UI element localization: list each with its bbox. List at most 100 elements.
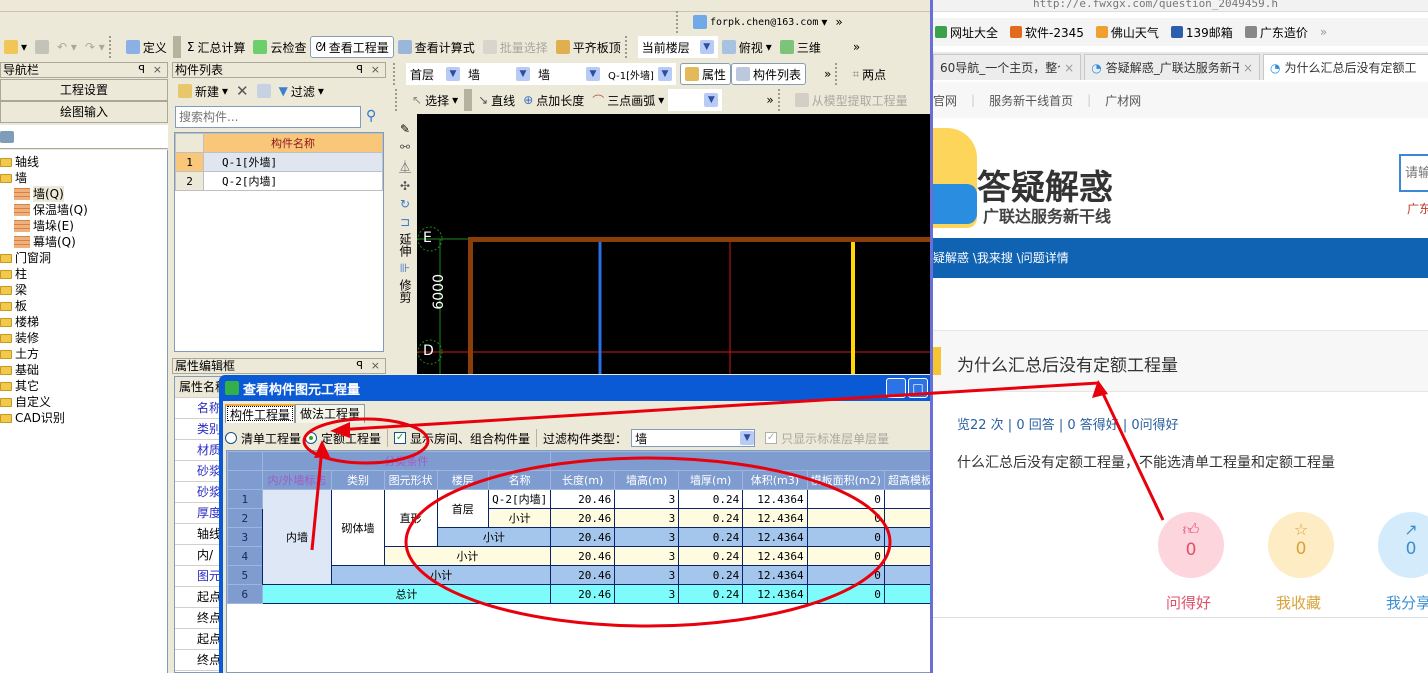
open-file-button[interactable]: ▾ xyxy=(0,36,31,58)
tree-item[interactable]: 楼梯 xyxy=(0,314,39,330)
subnav-link[interactable]: 官网 xyxy=(933,92,957,109)
mirror-icon[interactable]: ⏅ xyxy=(399,158,411,175)
component-row[interactable]: 1 Q-1[外墙] xyxy=(175,152,383,172)
extend-icon[interactable]: ⊐ xyxy=(400,215,410,229)
bookmark-item[interactable]: 139邮箱 xyxy=(1170,24,1233,41)
quantity-row[interactable]: 5 小计 20.46 3 0.24 12.4364 0 xyxy=(227,565,947,585)
search-icon[interactable]: ⚲ xyxy=(366,108,376,124)
bookmark-item[interactable]: 广东造价 xyxy=(1244,24,1308,41)
copy-button[interactable] xyxy=(253,80,275,102)
component-row[interactable]: 2 Q-2[内墙] xyxy=(175,171,383,191)
view-formula-button[interactable]: 查看计算式 xyxy=(394,36,479,58)
tree-item[interactable]: 土方 xyxy=(0,346,39,362)
save-button[interactable] xyxy=(31,36,53,58)
show-room-checkbox[interactable]: ✓ xyxy=(394,432,407,444)
tree-item[interactable]: 保温墙(Q) xyxy=(14,202,88,218)
region-link[interactable]: 广东 xyxy=(1407,200,1428,217)
action-label[interactable]: 问得好 xyxy=(1166,592,1211,613)
batch-select-button[interactable]: 批量选择 xyxy=(479,36,552,58)
trim-icon[interactable]: ⊪ xyxy=(400,261,410,275)
toolbar-grip[interactable] xyxy=(676,11,686,33)
column-header[interactable]: 名称 xyxy=(488,470,552,490)
tab-component-quantity[interactable]: 构件工程量 xyxy=(225,404,296,423)
action-button[interactable]: ☆ 0 xyxy=(1268,512,1334,578)
toolbar-overflow[interactable]: » xyxy=(831,11,846,33)
tree-item[interactable]: 其它 xyxy=(0,378,39,394)
tree-item[interactable]: 轴线 xyxy=(0,154,39,170)
quota-quantity-radio[interactable] xyxy=(305,432,318,444)
bookmark-item[interactable]: 佛山天气 xyxy=(1095,24,1159,41)
category-select[interactable]: 墙 ▼ xyxy=(464,63,534,85)
align-slab-top-button[interactable]: 平齐板顶 xyxy=(552,36,625,58)
subtype-select[interactable]: 墙 ▼ xyxy=(534,63,604,85)
browser-tab[interactable]: ◔ 答疑解惑_广联达服务新干 × xyxy=(1084,54,1261,80)
copy-objects-icon[interactable]: ⚯ xyxy=(400,140,410,154)
tree-item[interactable]: 自定义 xyxy=(0,394,51,410)
browser-tab[interactable]: 60导航_一个主页，整个 × xyxy=(933,54,1082,80)
filter-button[interactable]: ▼ 过滤 ▾ xyxy=(275,80,328,102)
minimize-button[interactable]: _ xyxy=(886,378,906,398)
point-length-button[interactable]: ⊕ 点加长度 xyxy=(519,89,588,111)
draw-option-select[interactable]: ▼ xyxy=(668,89,723,111)
column-header[interactable]: 墙厚(m) xyxy=(678,470,744,490)
address-bar[interactable]: http://e.fwxgx.com/question_2049459.h xyxy=(933,0,1428,12)
redo-button[interactable]: ↷ ▾ xyxy=(81,36,109,58)
line-tool-button[interactable]: ↘ 直线 xyxy=(474,89,519,111)
pin-icon[interactable]: ꟼ xyxy=(356,359,363,373)
project-settings-button[interactable]: 工程设置 xyxy=(0,79,168,101)
column-header[interactable]: 长度(m) xyxy=(550,470,616,490)
collapse-icon[interactable] xyxy=(0,131,14,143)
brush-icon[interactable]: ✎ xyxy=(400,122,410,136)
delete-button[interactable]: ✕ xyxy=(232,80,253,102)
dialog-titlebar[interactable]: 查看构件图元工程量 xyxy=(223,375,950,401)
tree-item[interactable]: 柱 xyxy=(0,266,27,282)
rotate-icon[interactable]: ↻ xyxy=(400,197,410,211)
select-tool-button[interactable]: ↖ 选择 ▾ xyxy=(408,89,462,111)
subnav-link[interactable]: 服务新干线首页 xyxy=(989,92,1073,109)
action-button[interactable]: 👍︎ 0 xyxy=(1158,512,1224,578)
std-floor-checkbox[interactable]: ✓ xyxy=(765,432,778,444)
toolbar-overflow[interactable]: » xyxy=(820,63,835,85)
close-icon[interactable]: × xyxy=(371,359,380,373)
site-search-input[interactable] xyxy=(1399,154,1428,192)
filter-type-select[interactable]: 墙 ▼ xyxy=(631,429,756,447)
floor-select[interactable]: 首层 ▼ xyxy=(406,63,464,85)
close-icon[interactable]: × xyxy=(153,63,162,77)
tree-item[interactable]: 基础 xyxy=(0,362,39,378)
tree-item[interactable]: 门窗洞 xyxy=(0,250,51,266)
define-button[interactable]: 定义 xyxy=(122,36,171,58)
two-point-button[interactable]: ⌗ 两点 xyxy=(848,63,890,85)
tab-method-quantity[interactable]: 做法工程量 xyxy=(295,404,366,423)
extract-from-model-button[interactable]: 从模型提取工程量 xyxy=(791,89,912,111)
tree-item[interactable]: 墙垛(E) xyxy=(14,218,74,234)
column-header[interactable]: 体积(m3) xyxy=(742,470,808,490)
tree-item[interactable]: 装修 xyxy=(0,330,39,346)
tree-item[interactable]: 幕墙(Q) xyxy=(14,234,76,250)
column-header[interactable]: 内/外墙标志 xyxy=(261,470,333,490)
component-list-button[interactable]: 构件列表 xyxy=(731,63,807,85)
column-header[interactable]: 墙高(m) xyxy=(614,470,680,490)
column-header[interactable]: 类别 xyxy=(331,470,385,490)
maximize-button[interactable]: □ xyxy=(908,378,928,398)
cad-canvas[interactable]: E D 6000 xyxy=(417,114,930,374)
quantity-row[interactable]: 6 总计 20.46 3 0.24 12.4364 0 xyxy=(227,584,947,604)
undo-button[interactable]: ↶ ▾ xyxy=(53,36,81,58)
search-component-input[interactable] xyxy=(175,106,361,128)
action-button[interactable]: ↗ 0 xyxy=(1378,512,1428,578)
action-label[interactable]: 我收藏 xyxy=(1276,592,1321,613)
move-icon[interactable]: ✣ xyxy=(400,179,410,193)
close-icon[interactable]: × xyxy=(371,63,380,77)
view-quantity-button[interactable]: ᘛ 查看工程量 xyxy=(310,36,394,58)
new-component-button[interactable]: 新建 ▾ xyxy=(174,80,232,102)
close-tab-icon[interactable]: × xyxy=(1243,56,1253,80)
toolbar-overflow[interactable]: » xyxy=(849,36,864,58)
subnav-link[interactable]: 广材网 xyxy=(1105,92,1141,109)
component-select[interactable]: Q-1[外墙] ▼ xyxy=(604,63,676,85)
tree-item[interactable]: 墙(Q) xyxy=(14,186,64,202)
pin-icon[interactable]: ꟼ xyxy=(356,63,363,77)
action-label[interactable]: 我分享 xyxy=(1386,592,1428,613)
3d-view-button[interactable]: 三维 xyxy=(776,36,825,58)
tree-item[interactable]: 板 xyxy=(0,298,27,314)
column-header[interactable]: 模板面积(m2) xyxy=(806,470,885,490)
bookmark-item[interactable]: 软件-2345 xyxy=(1010,24,1084,41)
